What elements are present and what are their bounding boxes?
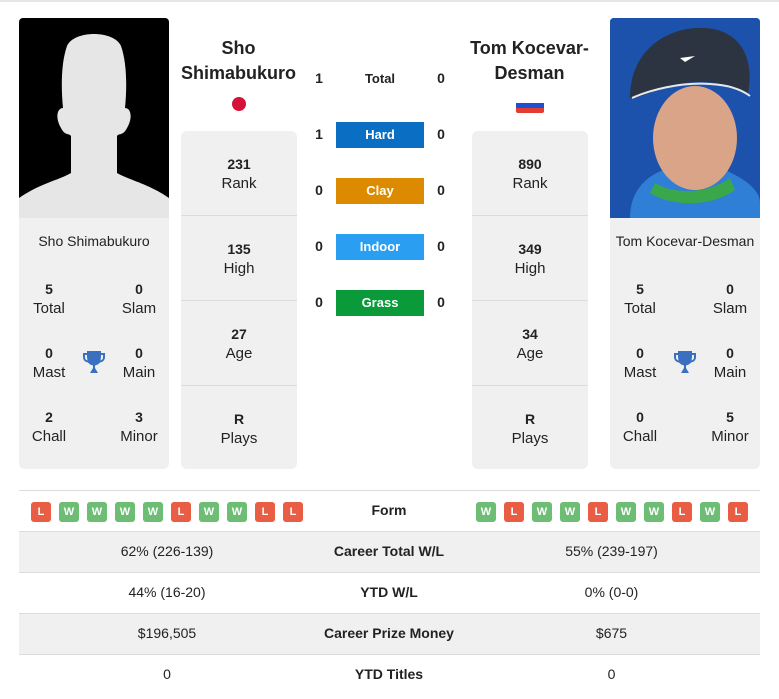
titles-chall: 0 Chall [622,409,658,445]
player1-titles-card: Sho Shimabukuro 5 Total 0 Slam 0 Mast 0 Main… [19,218,169,469]
surface-grass-badge[interactable]: Grass [336,290,424,316]
form-badge[interactable]: W [560,502,580,522]
titles-total: 5 Total [624,281,656,317]
surface-indoor-badge[interactable]: Indoor [336,234,424,260]
titles-minor: 5 Minor [711,409,749,445]
form-badge[interactable]: W [59,502,79,522]
career-wl-row: 62% (226-139) Career Total W/L 55% (239-… [19,531,760,572]
silhouette-icon [19,34,169,218]
ytd-titles-row: 0 YTD Titles 0 [19,654,760,695]
comparison-table: LWWWWLWWLL Form WLWWLWWLWL 62% (226-139)… [19,490,760,695]
form-badge[interactable]: L [504,502,524,522]
surface-clay-badge[interactable]: Clay [336,178,424,204]
form-row: LWWWWLWWLL Form WLWWLWWLWL [19,490,760,531]
form-badge[interactable]: W [227,502,247,522]
player-portrait-image [610,18,760,218]
titles-chall: 2 Chall [31,409,67,445]
top-border [0,0,779,2]
h2h-indoor-row: 0 Indoor 0 [305,234,455,260]
japan-flag-icon [232,97,246,111]
ytd-wl-row: 44% (16-20) YTD W/L 0% (0-0) [19,572,760,613]
player2-form: WLWWLWWLWL [476,502,748,522]
surface-total-label: Total [364,71,396,86]
form-badge[interactable]: L [728,502,748,522]
form-badge[interactable]: W [700,502,720,522]
form-badge[interactable]: L [588,502,608,522]
player2-prize: $675 [595,625,628,641]
titles-mast: 0 Mast [623,345,657,381]
player1-prize: $196,505 [137,625,197,641]
form-badge[interactable]: W [644,502,664,522]
player1-ytd-wl: 44% (16-20) [128,584,206,600]
form-badge[interactable]: W [476,502,496,522]
form-badge[interactable]: L [283,502,303,522]
prize-row: $196,505 Career Prize Money $675 [19,613,760,654]
stat-age: 34 Age [516,326,544,362]
form-badge[interactable]: W [115,502,135,522]
stat-age: 27 Age [225,326,253,362]
player1-form: LWWWWLWWLL [31,502,303,522]
form-label: Form [371,502,407,518]
form-badge[interactable]: W [616,502,636,522]
player2-heading[interactable]: Tom Kocevar- Desman [467,36,592,86]
h2h-hard-row: 1 Hard 0 [305,122,455,148]
stat-plays: R Plays [220,411,258,447]
player1-name: Sho Shimabukuro [38,233,150,249]
trophy-icon [672,349,698,375]
titles-slam: 0 Slam [712,281,748,317]
titles-slam: 0 Slam [121,281,157,317]
player1-stats: 231 Rank 135 High 27 Age R Plays [181,131,297,469]
form-badge[interactable]: L [31,502,51,522]
stat-rank: 890 Rank [512,156,548,192]
player2-career-wl: 55% (239-197) [565,543,658,559]
prize-label: Career Prize Money [324,625,454,641]
form-badge[interactable]: W [532,502,552,522]
form-badge[interactable]: W [87,502,107,522]
player1-photo [19,18,169,218]
form-badge[interactable]: L [672,502,692,522]
stat-high: 349 High [514,241,546,277]
stat-rank: 231 Rank [221,156,257,192]
slovenia-flag-icon [516,98,544,113]
player2-titles-card: Tom Kocevar-Desman 5 Total 0 Slam 0 Mast 0M… [610,218,760,469]
surface-hard-badge[interactable]: Hard [336,122,424,148]
form-badge[interactable]: W [143,502,163,522]
form-badge[interactable]: L [171,502,191,522]
h2h-clay-row: 0 Clay 0 [305,178,455,204]
player1-ytd-titles: 0 [163,666,171,682]
h2h-grass-row: 0 Grass 0 [305,290,455,316]
ytd-titles-label: YTD Titles [354,666,424,682]
form-badge[interactable]: W [199,502,219,522]
h2h-total-row: 1 Total 0 [305,66,455,92]
player1-heading[interactable]: Sho Shimabukuro [176,36,301,86]
form-badge[interactable]: L [255,502,275,522]
player2-ytd-wl: 0% (0-0) [584,584,639,600]
player2-name: Tom Kocevar-Desman [615,233,755,249]
player1-career-wl: 62% (226-139) [120,543,214,559]
ytd-wl-label: YTD W/L [360,584,418,600]
stat-plays: R Plays [511,411,549,447]
titles-main: 0 Main [713,345,747,381]
player2-photo [610,18,760,218]
trophy-icon [81,349,107,375]
player2-ytd-titles: 0 [607,666,616,682]
titles-main: 0 Main [122,345,156,381]
titles-mast: 0 Mast [32,345,66,381]
titles-minor: 3 Minor [120,409,158,445]
titles-total: 5 Total [33,281,65,317]
career-wl-label: Career Total W/L [333,543,445,559]
stat-high: 135 High [223,241,255,277]
player2-stats: 890 Rank 349 High 34 Age R Plays [472,131,588,469]
